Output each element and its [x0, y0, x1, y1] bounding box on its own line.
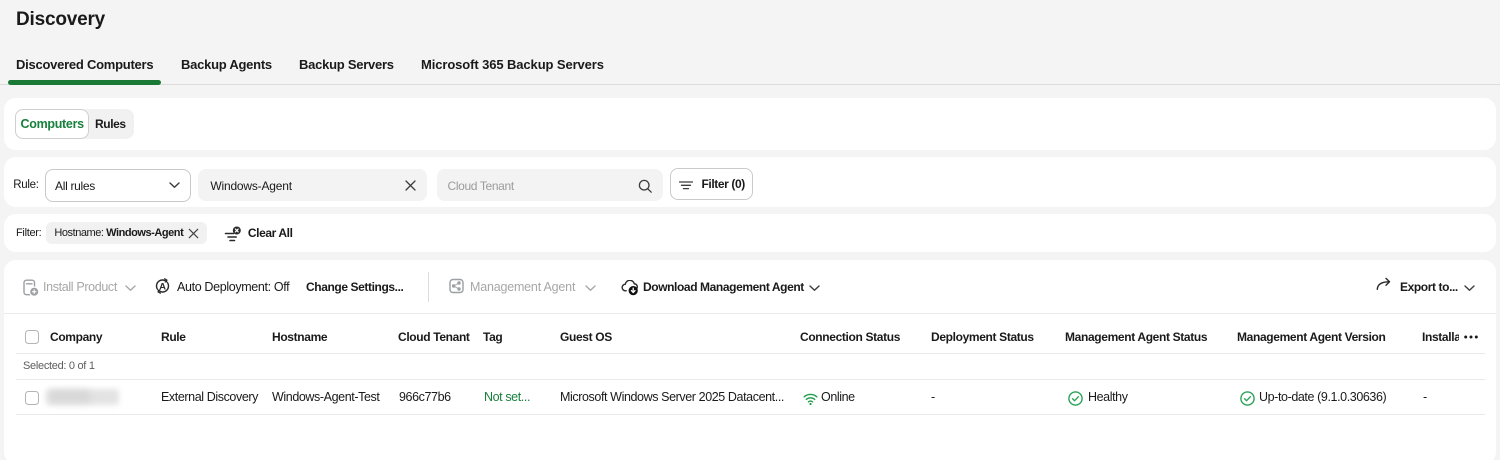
svg-text:A: A: [159, 281, 166, 292]
